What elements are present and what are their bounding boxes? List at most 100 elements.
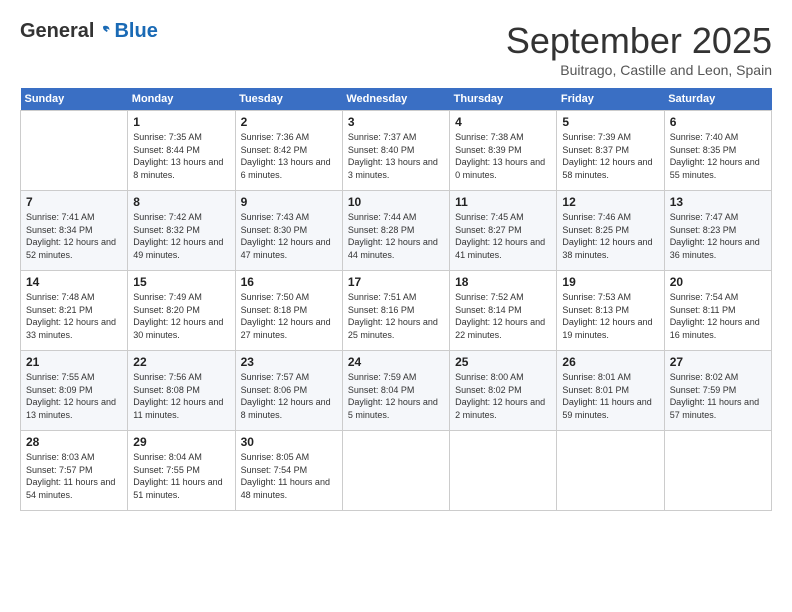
calendar-cell [557, 431, 664, 511]
calendar-cell: 11 Sunrise: 7:45 AMSunset: 8:27 PMDayligh… [450, 191, 557, 271]
week-row-1: 1 Sunrise: 7:35 AMSunset: 8:44 PMDaylight… [21, 111, 772, 191]
day-number: 13 [670, 195, 766, 209]
weekday-header-thursday: Thursday [450, 88, 557, 111]
calendar-cell: 25 Sunrise: 8:00 AMSunset: 8:02 PMDayligh… [450, 351, 557, 431]
calendar-cell: 14 Sunrise: 7:48 AMSunset: 8:21 PMDayligh… [21, 271, 128, 351]
calendar-cell: 15 Sunrise: 7:49 AMSunset: 8:20 PMDayligh… [128, 271, 235, 351]
header: General Blue September 2025 Buitrago, Ca… [20, 20, 772, 78]
day-detail: Sunrise: 7:48 AMSunset: 8:21 PMDaylight:… [26, 291, 122, 341]
logo-blue: Blue [114, 20, 157, 43]
calendar-cell: 30 Sunrise: 8:05 AMSunset: 7:54 PMDayligh… [235, 431, 342, 511]
day-detail: Sunrise: 7:42 AMSunset: 8:32 PMDaylight:… [133, 211, 229, 261]
month-title: September 2025 [506, 20, 772, 62]
calendar-cell: 21 Sunrise: 7:55 AMSunset: 8:09 PMDayligh… [21, 351, 128, 431]
day-detail: Sunrise: 7:54 AMSunset: 8:11 PMDaylight:… [670, 291, 766, 341]
day-number: 1 [133, 115, 229, 129]
calendar-cell: 12Sunrise: 7:46 AMSunset: 8:25 PMDayligh… [557, 191, 664, 271]
day-number: 25 [455, 355, 551, 369]
weekday-header-wednesday: Wednesday [342, 88, 449, 111]
calendar-cell: 26 Sunrise: 8:01 AMSunset: 8:01 PMDayligh… [557, 351, 664, 431]
weekday-header-tuesday: Tuesday [235, 88, 342, 111]
day-number: 21 [26, 355, 122, 369]
day-detail: Sunrise: 7:44 AMSunset: 8:28 PMDaylight:… [348, 211, 444, 261]
day-number: 2 [241, 115, 337, 129]
day-number: 26 [562, 355, 658, 369]
day-number: 8 [133, 195, 229, 209]
calendar-cell: 19Sunrise: 7:53 AMSunset: 8:13 PMDayligh… [557, 271, 664, 351]
day-detail: Sunrise: 8:04 AMSunset: 7:55 PMDaylight:… [133, 451, 229, 501]
day-number: 15 [133, 275, 229, 289]
day-number: 9 [241, 195, 337, 209]
day-number: 18 [455, 275, 551, 289]
calendar-cell: 22 Sunrise: 7:56 AMSunset: 8:08 PMDayligh… [128, 351, 235, 431]
day-detail: Sunrise: 7:52 AMSunset: 8:14 PMDaylight:… [455, 291, 551, 341]
day-number: 7 [26, 195, 122, 209]
location-title: Buitrago, Castille and Leon, Spain [506, 62, 772, 78]
day-detail: Sunrise: 7:40 AMSunset: 8:35 PMDaylight:… [670, 131, 766, 181]
day-number: 11 [455, 195, 551, 209]
day-detail: Sunrise: 7:57 AMSunset: 8:06 PMDaylight:… [241, 371, 337, 421]
calendar-cell: 7 Sunrise: 7:41 AMSunset: 8:34 PMDaylight… [21, 191, 128, 271]
calendar-cell: 18 Sunrise: 7:52 AMSunset: 8:14 PMDayligh… [450, 271, 557, 351]
day-number: 30 [241, 435, 337, 449]
day-number: 19 [562, 275, 658, 289]
day-number: 3 [348, 115, 444, 129]
day-detail: Sunrise: 7:45 AMSunset: 8:27 PMDaylight:… [455, 211, 551, 261]
day-detail: Sunrise: 7:47 AMSunset: 8:23 PMDaylight:… [670, 211, 766, 261]
calendar-cell: 16 Sunrise: 7:50 AMSunset: 8:18 PMDayligh… [235, 271, 342, 351]
calendar-cell: 13 Sunrise: 7:47 AMSunset: 8:23 PMDayligh… [664, 191, 771, 271]
calendar-cell: 1 Sunrise: 7:35 AMSunset: 8:44 PMDaylight… [128, 111, 235, 191]
day-number: 14 [26, 275, 122, 289]
weekday-header-monday: Monday [128, 88, 235, 111]
day-number: 10 [348, 195, 444, 209]
day-detail: Sunrise: 7:35 AMSunset: 8:44 PMDaylight:… [133, 131, 229, 181]
day-number: 16 [241, 275, 337, 289]
calendar-table: SundayMondayTuesdayWednesdayThursdayFrid… [20, 88, 772, 511]
calendar-cell: 2 Sunrise: 7:36 AMSunset: 8:42 PMDaylight… [235, 111, 342, 191]
logo-bird-icon [94, 23, 112, 41]
calendar-cell: 9 Sunrise: 7:43 AMSunset: 8:30 PMDaylight… [235, 191, 342, 271]
week-row-3: 14 Sunrise: 7:48 AMSunset: 8:21 PMDayligh… [21, 271, 772, 351]
calendar-cell: 5Sunrise: 7:39 AMSunset: 8:37 PMDaylight… [557, 111, 664, 191]
day-detail: Sunrise: 7:49 AMSunset: 8:20 PMDaylight:… [133, 291, 229, 341]
calendar-cell: 3 Sunrise: 7:37 AMSunset: 8:40 PMDaylight… [342, 111, 449, 191]
calendar-cell [342, 431, 449, 511]
logo-general: General [20, 20, 94, 43]
day-detail: Sunrise: 8:03 AMSunset: 7:57 PMDaylight:… [26, 451, 122, 501]
day-number: 22 [133, 355, 229, 369]
day-detail: Sunrise: 7:37 AMSunset: 8:40 PMDaylight:… [348, 131, 444, 181]
weekday-header-row: SundayMondayTuesdayWednesdayThursdayFrid… [21, 88, 772, 111]
day-number: 20 [670, 275, 766, 289]
day-detail: Sunrise: 8:01 AMSunset: 8:01 PMDaylight:… [562, 371, 658, 421]
day-detail: Sunrise: 7:36 AMSunset: 8:42 PMDaylight:… [241, 131, 337, 181]
day-detail: Sunrise: 7:41 AMSunset: 8:34 PMDaylight:… [26, 211, 122, 261]
week-row-5: 28Sunrise: 8:03 AMSunset: 7:57 PMDayligh… [21, 431, 772, 511]
calendar-cell: 10 Sunrise: 7:44 AMSunset: 8:28 PMDayligh… [342, 191, 449, 271]
calendar-cell: 23 Sunrise: 7:57 AMSunset: 8:06 PMDayligh… [235, 351, 342, 431]
week-row-2: 7 Sunrise: 7:41 AMSunset: 8:34 PMDaylight… [21, 191, 772, 271]
day-number: 12 [562, 195, 658, 209]
weekday-header-saturday: Saturday [664, 88, 771, 111]
calendar-cell: 17Sunrise: 7:51 AMSunset: 8:16 PMDayligh… [342, 271, 449, 351]
weekday-header-sunday: Sunday [21, 88, 128, 111]
calendar-cell: 20 Sunrise: 7:54 AMSunset: 8:11 PMDayligh… [664, 271, 771, 351]
day-detail: Sunrise: 7:55 AMSunset: 8:09 PMDaylight:… [26, 371, 122, 421]
calendar-cell: 29 Sunrise: 8:04 AMSunset: 7:55 PMDayligh… [128, 431, 235, 511]
day-detail: Sunrise: 7:56 AMSunset: 8:08 PMDaylight:… [133, 371, 229, 421]
calendar-cell [450, 431, 557, 511]
day-number: 4 [455, 115, 551, 129]
day-number: 29 [133, 435, 229, 449]
day-detail: Sunrise: 7:50 AMSunset: 8:18 PMDaylight:… [241, 291, 337, 341]
day-number: 23 [241, 355, 337, 369]
calendar-cell: 28Sunrise: 8:03 AMSunset: 7:57 PMDayligh… [21, 431, 128, 511]
day-detail: Sunrise: 7:43 AMSunset: 8:30 PMDaylight:… [241, 211, 337, 261]
calendar-cell: 8 Sunrise: 7:42 AMSunset: 8:32 PMDaylight… [128, 191, 235, 271]
logo: General Blue [20, 20, 158, 43]
day-detail: Sunrise: 8:00 AMSunset: 8:02 PMDaylight:… [455, 371, 551, 421]
day-number: 24 [348, 355, 444, 369]
day-detail: Sunrise: 8:02 AMSunset: 7:59 PMDaylight:… [670, 371, 766, 421]
calendar-cell [664, 431, 771, 511]
calendar-cell [21, 111, 128, 191]
weekday-header-friday: Friday [557, 88, 664, 111]
day-detail: Sunrise: 8:05 AMSunset: 7:54 PMDaylight:… [241, 451, 337, 501]
